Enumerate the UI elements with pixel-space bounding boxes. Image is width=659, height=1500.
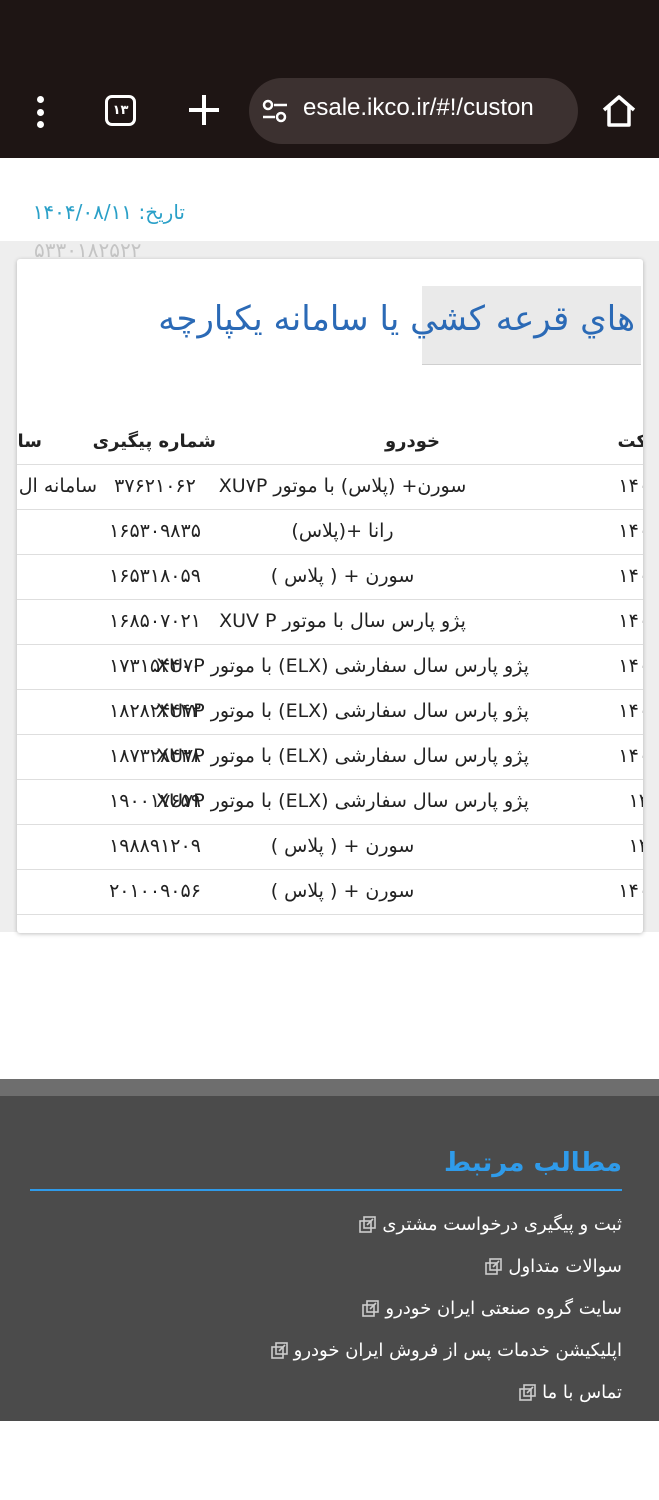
footer-link[interactable]: ثبت و پیگیری درخواست مشتری: [358, 1214, 622, 1235]
external-link-icon: [518, 1383, 538, 1403]
tune-icon[interactable]: [260, 96, 290, 126]
footer-title-underline: [30, 1189, 622, 1191]
cell-right: ۱۴۰: [618, 565, 643, 587]
cell-right: ۱۴۰: [618, 745, 643, 767]
column-header-car: خودرو: [384, 431, 440, 452]
cell-tracking: ۱۶۵۳۱۸۰۵۹: [109, 565, 201, 587]
footer-link[interactable]: اپلیکیشن خدمات پس از فروش ایران خودرو: [270, 1340, 622, 1361]
cell-tracking: ۱۸۷۳۲۸۴۳۸: [109, 745, 201, 767]
cell-left: سامانه ال: [18, 475, 97, 497]
footer-link[interactable]: سایت گروه صنعتی ایران خودرو: [361, 1298, 622, 1319]
external-link-icon: [270, 1341, 290, 1361]
external-link-icon: [361, 1299, 381, 1319]
page-content: تاریخ: ۱۴۰۴/۰۸/۱۱ ۵۳۳۰۱۸۲۵۲۲ هاي قرعه كش…: [0, 158, 659, 1500]
cell-right: ۱۴۰: [618, 610, 643, 632]
column-header-left: سا: [17, 431, 42, 452]
table-row: ۱۴پژو پارس سال سفارشی (ELX) با موتور XU۷…: [17, 779, 643, 824]
url-text[interactable]: esale.ikco.ir/#!/custon: [303, 94, 534, 122]
browser-toolbar: ۱۳ esale.ikco.ir/#!/custon: [0, 70, 659, 158]
cell-right: ۱۴۰: [618, 520, 643, 542]
cell-tracking: ۱۷۳۱۵۴۴۰۰: [109, 655, 201, 677]
table-row: ۱۴۰سورن + ( پلاس )۲۰۱۰۰۹۰۵۶: [17, 869, 643, 914]
footer-link-label[interactable]: سوالات متداول: [508, 1256, 622, 1277]
table-row: ۱۴۰پژو پارس سال سفارشی (ELX) با موتور XU…: [17, 689, 643, 734]
more-vert-icon[interactable]: [22, 92, 58, 132]
table-row: ۱۴۰سورن + ( پلاس )۱۶۵۳۱۸۰۵۹: [17, 554, 643, 599]
cell-right: ۱۴۰: [618, 700, 643, 722]
table-row: ۱۴۰پژو پارس سال سفارشی (ELX) با موتور XU…: [17, 644, 643, 689]
results-card: هاي قرعه كشي يا سامانه يكپارچه کت خودرو …: [17, 259, 643, 933]
footer-divider: [0, 1079, 659, 1096]
cell-tracking: ۳۷۶۲۱۰۶۲: [114, 475, 196, 497]
plus-icon[interactable]: [184, 90, 224, 130]
status-bar: [0, 0, 659, 70]
home-icon[interactable]: [598, 90, 640, 132]
footer-link-label[interactable]: سایت گروه صنعتی ایران خودرو: [385, 1298, 622, 1319]
cell-right: ۱۴: [628, 835, 643, 857]
cell-tracking: ۱۶۸۵۰۷۰۲۱: [109, 610, 201, 632]
footer-link[interactable]: سوالات متداول: [484, 1256, 622, 1277]
footer-link-label[interactable]: تماس با ما: [542, 1382, 622, 1403]
cell-tracking: ۱۹۸۸۹۱۲۰۹: [109, 835, 201, 857]
footer-link[interactable]: تماس با ما: [518, 1382, 622, 1403]
footer: مطالب مرتبط ثبت و پیگیری درخواست مشتری سو…: [0, 1096, 659, 1421]
date-label: تاریخ: ۱۴۰۴/۰۸/۱۱: [32, 200, 185, 224]
column-header-right: کت: [617, 431, 643, 452]
cell-tracking: ۱۶۵۳۰۹۸۳۵: [109, 520, 201, 542]
table-bottom-border: [17, 914, 643, 915]
card-title: هاي قرعه كشي يا سامانه يكپارچه: [158, 299, 635, 339]
cell-right: ۱۴۰: [618, 880, 643, 902]
table-row: ۱۴۰رانا +(پلاس)۱۶۵۳۰۹۸۳۵: [17, 509, 643, 554]
cell-tracking: ۱۸۲۸۲۴۴۴۳: [109, 700, 201, 722]
cell-tracking: ۱۹۰۰۱۷۶۵۹: [109, 790, 201, 812]
table-row: ۱۴۰سورن+ (پلاس) با موتور XU۷P۳۷۶۲۱۰۶۲سام…: [17, 464, 643, 509]
external-link-icon: [358, 1215, 378, 1235]
footer-link-label[interactable]: اپلیکیشن خدمات پس از فروش ایران خودرو: [294, 1340, 622, 1361]
cell-right: ۱۴۰: [618, 655, 643, 677]
url-bar[interactable]: esale.ikco.ir/#!/custon: [249, 78, 578, 144]
table-row: ۱۴سورن + ( پلاس )۱۹۸۸۹۱۲۰۹: [17, 824, 643, 869]
cell-tracking: ۲۰۱۰۰۹۰۵۶: [109, 880, 201, 902]
footer-title: مطالب مرتبط: [443, 1148, 622, 1178]
footer-link-label[interactable]: ثبت و پیگیری درخواست مشتری: [382, 1214, 622, 1235]
table-row: ۱۴۰پژو پارس سال سفارشی (ELX) با موتور XU…: [17, 734, 643, 779]
cell-right: ۱۴: [628, 790, 643, 812]
external-link-icon: [484, 1257, 504, 1277]
table-row: ۱۴۰پژو پارس سال با موتور XUV P۱۶۸۵۰۷۰۲۱: [17, 599, 643, 644]
tab-switcher-icon[interactable]: ۱۳: [105, 95, 136, 126]
cell-right: ۱۴۰: [618, 475, 643, 497]
column-header-tracking: شماره پیگیری: [92, 431, 216, 452]
